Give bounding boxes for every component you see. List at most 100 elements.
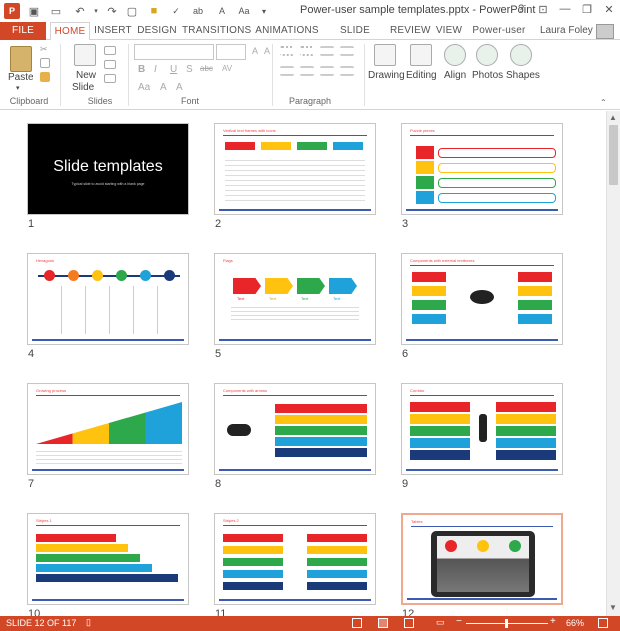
shrink-font-icon[interactable]: A	[264, 46, 270, 56]
decrease-indent-icon[interactable]	[320, 46, 334, 56]
increase-indent-icon[interactable]	[340, 46, 354, 56]
numbering-icon[interactable]	[300, 46, 314, 56]
tab-review[interactable]: REVIEW	[390, 22, 430, 40]
slide-thumbnail-12[interactable]: Tables	[401, 513, 563, 605]
avatar[interactable]	[596, 24, 614, 39]
slide-thumbnail-2[interactable]: Vertical text frames with icons	[214, 123, 376, 215]
copy-icon[interactable]	[40, 58, 50, 68]
tab-design[interactable]: DESIGN	[136, 22, 178, 40]
tab-view[interactable]: VIEW	[434, 22, 464, 40]
customize-qat-icon[interactable]: ▾	[256, 3, 272, 19]
slide-thumbnail-6[interactable]: Components with external textboxes	[401, 253, 563, 345]
photos-icon[interactable]	[476, 44, 498, 66]
slide-thumbnail-4[interactable]: Hexagons	[27, 253, 189, 345]
scroll-up-icon[interactable]: ▲	[609, 113, 617, 122]
zoom-slider-handle[interactable]	[505, 619, 508, 628]
underline-icon[interactable]: U	[170, 64, 177, 75]
slide-thumbnail-7[interactable]: Growing process	[27, 383, 189, 475]
grow-font-icon[interactable]: A	[252, 46, 258, 56]
redo-icon[interactable]: ↷	[104, 3, 120, 19]
bold-icon[interactable]: B	[138, 64, 145, 75]
vertical-scrollbar[interactable]: ▲ ▼	[606, 111, 620, 616]
slide-sorter-view-icon[interactable]	[378, 618, 388, 628]
undo-dropdown-icon[interactable]: ▾	[88, 3, 104, 19]
tablet-image	[431, 531, 535, 597]
zoom-in-icon[interactable]: +	[550, 616, 556, 627]
editing-button[interactable]: Editing	[406, 70, 437, 81]
drawing-button[interactable]: Drawing	[368, 70, 405, 81]
fit-to-window-icon[interactable]	[598, 618, 608, 628]
collapse-ribbon-icon[interactable]: ⌃	[600, 98, 607, 107]
font-size-icon[interactable]: A	[214, 3, 230, 19]
drawing-icon[interactable]	[374, 44, 396, 66]
font-name-field[interactable]	[134, 44, 214, 60]
open-folder-icon[interactable]: ■	[146, 3, 162, 19]
reset-icon[interactable]	[104, 60, 116, 69]
zoom-out-icon[interactable]: −	[456, 616, 462, 627]
justify-icon[interactable]	[340, 66, 354, 76]
tab-power-user[interactable]: Power-user	[468, 22, 530, 40]
zoom-level[interactable]: 66%	[566, 618, 584, 628]
new-slide-icon[interactable]	[74, 44, 96, 66]
minimize-button[interactable]: —	[557, 3, 573, 15]
format-painter-icon[interactable]	[40, 72, 50, 82]
bullets-icon[interactable]	[280, 46, 294, 56]
spelling-icon[interactable]: ✓	[168, 3, 184, 19]
clear-format-icon[interactable]: A	[176, 82, 183, 93]
slide-thumbnail-10[interactable]: Stripes 1	[27, 513, 189, 605]
char-spacing-icon[interactable]: AV	[222, 64, 232, 73]
shapes-icon[interactable]	[510, 44, 532, 66]
slide-thumbnail-11[interactable]: Stripes 2	[214, 513, 376, 605]
editing-icon[interactable]	[410, 44, 432, 66]
font-size-field[interactable]	[216, 44, 246, 60]
slide-thumbnail-9[interactable]: Corridor	[401, 383, 563, 475]
tab-file[interactable]: FILE	[0, 22, 46, 40]
undo-icon[interactable]: ↶	[72, 3, 88, 19]
scrollbar-thumb[interactable]	[609, 125, 618, 185]
photos-button[interactable]: Photos	[472, 70, 503, 81]
paste-dropdown-icon[interactable]: ▾	[16, 84, 20, 92]
tab-slide-show[interactable]: SLIDE SHOW	[324, 22, 386, 54]
cut-icon[interactable]: ✂	[40, 44, 52, 54]
start-from-beginning-icon[interactable]: ▭	[48, 3, 64, 19]
layout-icon[interactable]	[104, 46, 116, 55]
scroll-down-icon[interactable]: ▼	[609, 603, 617, 612]
user-name[interactable]: Laura Foley	[540, 22, 593, 40]
new-icon[interactable]: ▢	[124, 3, 140, 19]
tab-animations[interactable]: ANIMATIONS	[254, 22, 320, 40]
align-button[interactable]: Align	[444, 70, 466, 81]
restore-button[interactable]: ❐	[579, 3, 595, 16]
align-center-icon[interactable]	[300, 66, 314, 76]
italic-icon[interactable]: I	[154, 64, 157, 75]
ribbon-display-icon[interactable]: ⊡	[535, 3, 551, 16]
slide-thumbnail-5[interactable]: Flags Text Text Text Text	[214, 253, 376, 345]
section-icon[interactable]	[104, 74, 116, 83]
find-replace-icon[interactable]: ab	[190, 3, 206, 19]
slide-thumbnail-3[interactable]: Puzzle pieces	[401, 123, 563, 215]
strikethrough-icon[interactable]: abc	[200, 64, 213, 73]
case-icon[interactable]: Aa	[236, 3, 252, 19]
font-color-icon[interactable]: A	[160, 82, 167, 93]
align-right-icon[interactable]	[320, 66, 334, 76]
shadow-icon[interactable]: S	[186, 64, 193, 75]
shapes-button[interactable]: Shapes	[506, 70, 540, 81]
tab-home[interactable]: HOME	[50, 22, 90, 41]
slide-thumbnail-1[interactable]: Slide templates Typical slide to avoid s…	[27, 123, 189, 215]
reading-view-icon[interactable]	[404, 618, 414, 628]
tab-insert[interactable]: INSERT	[94, 22, 132, 40]
align-tool-icon[interactable]	[444, 44, 466, 66]
new-slide-label[interactable]: Slide	[72, 82, 94, 93]
new-slide-button[interactable]: New	[76, 70, 96, 81]
paste-icon[interactable]	[10, 46, 32, 72]
close-button[interactable]: ✕	[601, 3, 617, 16]
normal-view-icon[interactable]	[352, 618, 362, 628]
save-icon[interactable]: ▣	[26, 3, 42, 19]
help-icon[interactable]: ?	[513, 3, 529, 15]
tab-transitions[interactable]: TRANSITIONS	[182, 22, 251, 40]
spelling-status-icon[interactable]: ▯	[86, 617, 91, 628]
slide-show-icon[interactable]: ▭	[436, 617, 445, 628]
change-case-icon[interactable]: Aa	[138, 82, 150, 93]
align-left-icon[interactable]	[280, 66, 294, 76]
paste-button[interactable]: Paste	[8, 72, 34, 83]
slide-thumbnail-8[interactable]: Components with arrows	[214, 383, 376, 475]
